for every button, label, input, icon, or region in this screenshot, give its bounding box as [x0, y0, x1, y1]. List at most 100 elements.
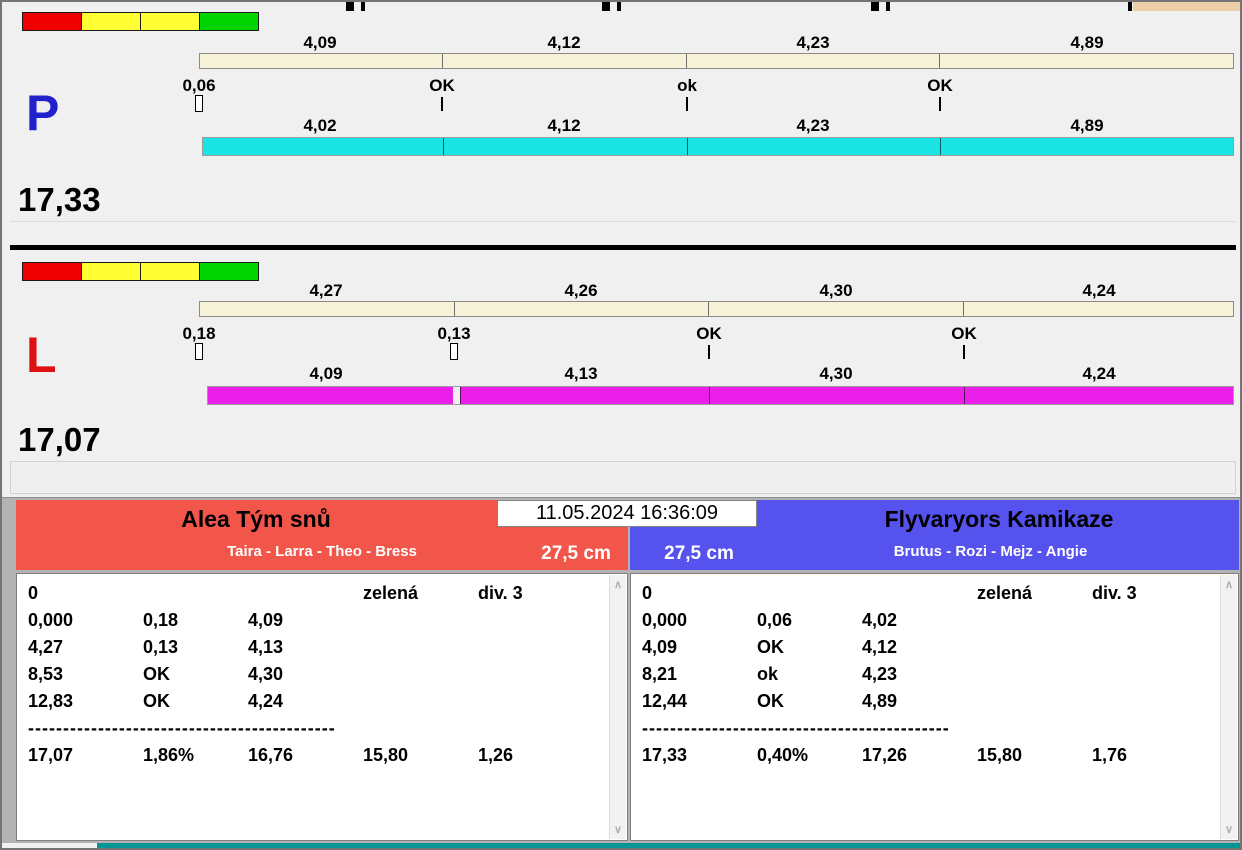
- table-cell: 1,26: [478, 745, 514, 765]
- table-cell: 17,33: [642, 745, 688, 765]
- table-cell: div. 3: [478, 583, 523, 603]
- exchange-marker: [963, 345, 965, 359]
- traffic-light-green-cell: [199, 12, 259, 31]
- spacer-strip: [10, 461, 1236, 494]
- exchange-status: 0,06: [182, 76, 216, 95]
- table-row: 8,21 ok 4,23: [631, 661, 1220, 688]
- window-edge-artifact: [871, 2, 879, 11]
- lane-result-bar: [202, 137, 1234, 156]
- result-bar-segment: [939, 138, 1234, 155]
- exchange-marker: [939, 97, 941, 111]
- scrollbar[interactable]: ∧ ∨: [1220, 575, 1237, 839]
- window-edge-artifact: [1133, 2, 1240, 11]
- table-cell: 12,44: [642, 691, 688, 711]
- split-time: 4,24: [1082, 364, 1116, 383]
- team-members: Brutus - Rozi - Mejz - Angie: [893, 543, 1088, 560]
- window-edge-artifact: [617, 2, 621, 11]
- hurdle-height: 27,5 cm: [664, 543, 734, 564]
- start-traffic-light: [22, 262, 259, 281]
- scroll-down-icon[interactable]: ∨: [610, 823, 626, 836]
- table-cell: OK: [757, 637, 784, 657]
- track-segment: [200, 302, 455, 316]
- split-time: 4,24: [1082, 281, 1116, 300]
- table-row: 12,44 OK 4,89: [631, 688, 1220, 715]
- result-bar-segment: [963, 387, 1233, 404]
- datetime-display: 11.05.2024 16:36:09: [497, 500, 757, 527]
- exchange-status: OK: [927, 76, 953, 95]
- exchange-marker: [708, 345, 710, 359]
- table-cell: 0,13: [143, 637, 179, 657]
- table-cell: 4,24: [248, 691, 284, 711]
- traffic-light-green-cell: [199, 262, 259, 281]
- table-cell: 0,000: [642, 610, 688, 630]
- split-time: 4,27: [309, 281, 343, 300]
- result-bar-segment: [208, 387, 453, 404]
- split-time: 4,13: [564, 364, 598, 383]
- result-bar-segment: [687, 138, 940, 155]
- table-cell: 4,09: [248, 610, 284, 630]
- traffic-light-red-cell: [22, 262, 82, 281]
- table-row: ----------------------------------------…: [28, 718, 336, 738]
- table-row: 12,83 OK 4,24: [17, 688, 609, 715]
- hurdle-height: 27,5 cm: [541, 543, 611, 564]
- table-row: 0 zelená div. 3: [631, 580, 1220, 607]
- table-cell: 4,23: [862, 664, 898, 684]
- lane-total-time: 17,07: [18, 421, 101, 458]
- teal-window-strip: [97, 843, 1240, 848]
- table-cell: 8,53: [28, 664, 64, 684]
- exchange-marker: [686, 97, 688, 111]
- split-time: 4,12: [547, 116, 581, 135]
- window-edge-artifact: [361, 2, 365, 11]
- table-cell: div. 3: [1092, 583, 1137, 603]
- lane-letter: L: [26, 327, 57, 383]
- table-row: 0 zelená div. 3: [17, 580, 609, 607]
- scroll-down-icon[interactable]: ∨: [1221, 823, 1237, 836]
- result-bar-segment: [709, 387, 964, 404]
- table-cell: 4,27: [28, 637, 64, 657]
- exchange-marker: [450, 343, 458, 360]
- table-cell: 4,09: [642, 637, 678, 657]
- table-row: 8,53 OK 4,30: [17, 661, 609, 688]
- team-name: Alea Tým snů: [181, 506, 331, 532]
- lane-result-bar: [207, 386, 1234, 405]
- table-cell: OK: [757, 691, 784, 711]
- timing-app-window: P 4,09 4,12 4,23 4,89 0,06 OK ok OK 4,02…: [0, 0, 1242, 850]
- scroll-up-icon[interactable]: ∧: [610, 578, 626, 591]
- traffic-light-red-cell: [22, 12, 82, 31]
- results-section: Alea Tým snů Taira - Larra - Theo - Bres…: [2, 497, 1240, 843]
- window-edge-artifact: [1128, 2, 1132, 11]
- start-traffic-light: [22, 12, 259, 31]
- result-bar-segment: [442, 138, 688, 155]
- split-time: 4,09: [303, 33, 337, 52]
- table-cell: 16,76: [248, 745, 294, 765]
- split-time: 4,89: [1070, 116, 1104, 135]
- exchange-status: ok: [677, 76, 697, 95]
- upper-track-bar: [199, 53, 1234, 69]
- table-cell: zelená: [977, 583, 1033, 603]
- table-row: 4,09 OK 4,12: [631, 634, 1220, 661]
- table-row: 4,27 0,13 4,13: [17, 634, 609, 661]
- table-cell: zelená: [363, 583, 419, 603]
- table-cell: ok: [757, 664, 779, 684]
- table-cell: OK: [143, 691, 170, 711]
- exchange-status: 0,18: [182, 324, 216, 343]
- table-cell: 17,07: [28, 745, 74, 765]
- lane-total-time: 17,33: [18, 181, 101, 218]
- window-edge-artifact: [346, 2, 354, 11]
- split-time: 4,23: [796, 116, 830, 135]
- split-time: 4,12: [547, 33, 581, 52]
- table-cell: 15,80: [977, 745, 1023, 765]
- table-row: 0,000 0,06 4,02: [631, 607, 1220, 634]
- table-row: ----------------------------------------…: [642, 718, 950, 738]
- table-cell: 1,76: [1092, 745, 1128, 765]
- table-cell: 15,80: [363, 745, 409, 765]
- scrollbar[interactable]: ∧ ∨: [609, 575, 626, 839]
- track-segment: [200, 54, 443, 68]
- table-cell: 4,30: [248, 664, 284, 684]
- exchange-status: OK: [696, 324, 722, 343]
- lane-divider: [10, 245, 1236, 250]
- team-name: Flyvaryors Kamikaze: [884, 506, 1114, 532]
- scroll-up-icon[interactable]: ∧: [1221, 578, 1237, 591]
- table-cell: OK: [143, 664, 170, 684]
- exchange-status: 0,13: [437, 324, 471, 343]
